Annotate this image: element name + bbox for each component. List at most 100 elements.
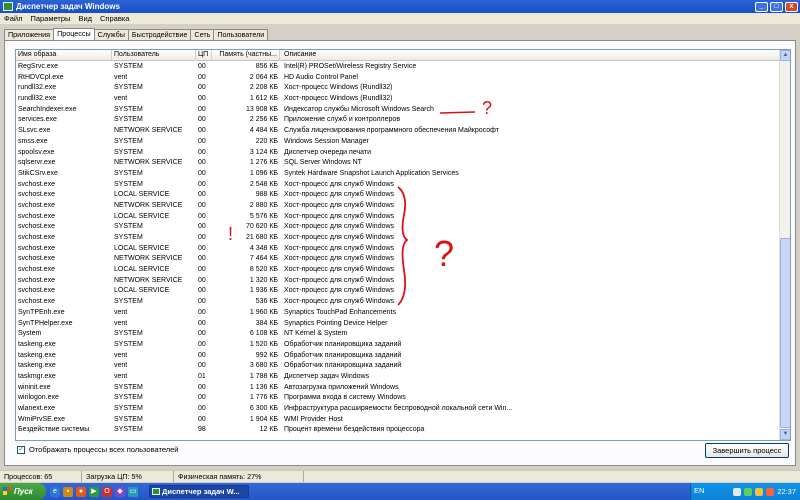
minimize-button[interactable]: _ bbox=[755, 1, 768, 12]
process-description: Диспетчер очереди печати bbox=[284, 148, 371, 156]
scroll-up-icon[interactable]: ▲ bbox=[780, 50, 790, 61]
column-description[interactable]: Описание bbox=[280, 50, 780, 61]
table-row[interactable]: System SYSTEM 00 6 108 КБ NT Kernel & System bbox=[16, 329, 780, 340]
network-icon[interactable] bbox=[733, 487, 742, 496]
table-row[interactable]: svchost.exe LOCAL SERVICE 00 8 520 КБ Хост-п… bbox=[16, 265, 780, 276]
table-row[interactable]: svchost.exe SYSTEM 00 536 КБ Хост-процесс дл… bbox=[16, 297, 780, 308]
tab-processes[interactable]: Процессы bbox=[53, 28, 95, 40]
table-row[interactable]: Бездействие системы SYSTEM 98 12 КБ Процент … bbox=[16, 425, 780, 436]
start-label: Пуск bbox=[14, 487, 33, 496]
table-row[interactable]: svchost.exe LOCAL SERVICE 00 1 936 КБ Хост-п… bbox=[16, 286, 780, 297]
volume-icon[interactable] bbox=[755, 487, 764, 496]
menu-options[interactable]: Параметры bbox=[26, 14, 74, 23]
tab-services[interactable]: Службы bbox=[93, 29, 129, 40]
table-row[interactable]: SLsvc.exe NETWORK SERVICE 00 4 484 КБ Служба… bbox=[16, 126, 780, 137]
tab-users[interactable]: Пользователи bbox=[213, 29, 269, 40]
table-row[interactable]: svchost.exe NETWORK SERVICE 00 7 464 КБ Хост… bbox=[16, 254, 780, 265]
table-row[interactable]: svchost.exe LOCAL SERVICE 00 5 576 КБ Хост-п… bbox=[16, 212, 780, 223]
process-user: LOCAL SERVICE bbox=[114, 266, 170, 274]
process-description: Служба лицензирования программного обесп… bbox=[284, 127, 499, 135]
process-description: Хост-процесс для служб Windows bbox=[284, 180, 395, 188]
tab-applications[interactable]: Приложения bbox=[4, 29, 55, 40]
process-memory: 12 КБ bbox=[259, 426, 278, 434]
table-row[interactable]: smss.exe SYSTEM 00 220 КБ Windows Session Ma… bbox=[16, 137, 780, 148]
process-description: Synaptics TouchPad Enhancements bbox=[284, 308, 396, 316]
process-memory: 2 548 КБ bbox=[249, 180, 278, 188]
tab-performance[interactable]: Быстродействие bbox=[127, 29, 192, 40]
menu-help[interactable]: Справка bbox=[96, 14, 133, 23]
process-memory: 992 КБ bbox=[255, 351, 278, 359]
menu-file[interactable]: Файл bbox=[0, 14, 26, 23]
table-row[interactable]: WmiPrvSE.exe SYSTEM 00 1 904 КБ WMI Provider… bbox=[16, 415, 780, 426]
table-row[interactable]: SynTPEnh.exe vent 00 1 960 КБ Synaptics Touc… bbox=[16, 308, 780, 319]
process-image-name: rundll32.exe bbox=[18, 84, 57, 92]
table-row[interactable]: svchost.exe SYSTEM 00 70 620 КБ Хост-процесс… bbox=[16, 222, 780, 233]
folder-icon[interactable]: ▪ bbox=[63, 486, 73, 497]
table-row[interactable]: RtHDVCpl.exe vent 00 2 064 КБ HD Audio Contr… bbox=[16, 73, 780, 84]
menu-view[interactable]: Вид bbox=[74, 14, 96, 23]
process-image-name: smss.exe bbox=[18, 137, 48, 145]
table-row[interactable]: wlanext.exe SYSTEM 00 6 300 КБ Инфраструктур… bbox=[16, 404, 780, 415]
process-cpu: 00 bbox=[198, 180, 206, 188]
table-row[interactable]: sqlservr.exe NETWORK SERVICE 00 1 276 КБ SQL… bbox=[16, 158, 780, 169]
table-row[interactable]: RegSrvc.exe SYSTEM 00 856 КБ Intel(R) PROSet… bbox=[16, 62, 780, 73]
process-memory: 3 680 КБ bbox=[249, 362, 278, 370]
show-all-checkbox[interactable]: ✓ bbox=[17, 445, 25, 454]
column-cpu[interactable]: ЦП bbox=[196, 50, 212, 61]
process-cpu: 00 bbox=[198, 159, 206, 167]
process-list[interactable]: Имя образа Пользователь ЦП Память (частн… bbox=[15, 49, 791, 441]
taskbar-task-manager[interactable]: Диспетчер задач W... bbox=[149, 485, 249, 498]
table-row[interactable]: winlogon.exe SYSTEM 00 1 776 КБ Программа вх… bbox=[16, 393, 780, 404]
desktop-icon[interactable]: ▭ bbox=[128, 486, 138, 497]
process-memory: 2 064 КБ bbox=[249, 73, 278, 81]
table-row[interactable]: svchost.exe LOCAL SERVICE 00 4 348 КБ Хост-п… bbox=[16, 244, 780, 255]
process-image-name: taskeng.exe bbox=[18, 351, 56, 359]
show-all-processes[interactable]: ✓ Отображать процессы всех пользователей bbox=[17, 445, 179, 454]
table-row[interactable]: SearchIndexer.exe SYSTEM 00 13 908 КБ Индекс… bbox=[16, 105, 780, 116]
table-row[interactable]: rundll32.exe SYSTEM 00 2 208 КБ Хост-процесс… bbox=[16, 83, 780, 94]
language-indicator[interactable]: EN bbox=[694, 486, 704, 495]
table-row[interactable]: svchost.exe LOCAL SERVICE 00 988 КБ Хост-про… bbox=[16, 190, 780, 201]
processes-panel: Имя образа Пользователь ЦП Память (частн… bbox=[4, 40, 796, 466]
media-icon[interactable]: ▶ bbox=[89, 486, 99, 497]
table-row[interactable]: rundll32.exe vent 00 1 612 КБ Хост-процесс W… bbox=[16, 94, 780, 105]
process-image-name: SynTPEnh.exe bbox=[18, 308, 65, 316]
table-row[interactable]: StikCSrv.exe SYSTEM 00 1 096 КБ Syntek Hardw… bbox=[16, 169, 780, 180]
column-image-name[interactable]: Имя образа bbox=[16, 50, 112, 61]
start-button[interactable]: Пуск bbox=[0, 483, 46, 500]
table-row[interactable]: services.exe SYSTEM 00 2 256 КБ Приложение с… bbox=[16, 115, 780, 126]
table-row[interactable]: svchost.exe SYSTEM 00 2 548 КБ Хост-процесс … bbox=[16, 180, 780, 191]
power-icon[interactable] bbox=[766, 487, 775, 496]
process-user: SYSTEM bbox=[114, 148, 143, 156]
column-user[interactable]: Пользователь bbox=[112, 50, 196, 61]
table-row[interactable]: svchost.exe NETWORK SERVICE 00 1 320 КБ Хост… bbox=[16, 276, 780, 287]
security-icon[interactable] bbox=[744, 487, 753, 496]
column-memory[interactable]: Память (частны... bbox=[212, 50, 280, 61]
process-memory: 1 904 КБ bbox=[249, 415, 278, 423]
end-process-button[interactable]: Завершить процесс bbox=[705, 443, 789, 458]
close-button[interactable]: x bbox=[785, 1, 798, 12]
ie-icon[interactable]: e bbox=[50, 486, 60, 497]
app-icon[interactable]: ◆ bbox=[115, 486, 125, 497]
table-row[interactable]: svchost.exe NETWORK SERVICE 00 2 880 КБ Хост… bbox=[16, 201, 780, 212]
table-row[interactable]: taskeng.exe vent 00 3 680 КБ Обработчик план… bbox=[16, 361, 780, 372]
table-row[interactable]: spoolsv.exe SYSTEM 00 3 124 КБ Диспетчер оче… bbox=[16, 148, 780, 159]
maximize-button[interactable]: □ bbox=[770, 1, 783, 12]
table-row[interactable]: SynTPHelper.exe vent 00 384 КБ Synaptics Poi… bbox=[16, 319, 780, 330]
table-row[interactable]: taskeng.exe SYSTEM 00 1 520 КБ Обработчик пл… bbox=[16, 340, 780, 351]
scroll-down-icon[interactable]: ▼ bbox=[780, 429, 790, 440]
title-bar: Диспетчер задач Windows _ □ x bbox=[0, 0, 800, 13]
process-memory: 3 124 КБ bbox=[249, 148, 278, 156]
clock[interactable]: 22:37 bbox=[777, 487, 796, 496]
process-user: SYSTEM bbox=[114, 394, 143, 402]
table-row[interactable]: taskmgr.exe vent 01 1 788 КБ Диспетчер задач… bbox=[16, 372, 780, 383]
scroll-thumb[interactable] bbox=[780, 238, 790, 428]
table-row[interactable]: taskeng.exe vent 00 992 КБ Обработчик планир… bbox=[16, 351, 780, 362]
firefox-icon[interactable]: ● bbox=[76, 486, 86, 497]
process-image-name: WmiPrvSE.exe bbox=[18, 415, 66, 423]
tab-network[interactable]: Сеть bbox=[190, 29, 215, 40]
vertical-scrollbar[interactable]: ▲ ▼ bbox=[779, 50, 790, 440]
table-row[interactable]: wininit.exe SYSTEM 00 1 136 КБ Автозагрузка … bbox=[16, 383, 780, 394]
opera-icon[interactable]: O bbox=[102, 486, 112, 497]
table-row[interactable]: svchost.exe SYSTEM 00 21 680 КБ Хост-процесс… bbox=[16, 233, 780, 244]
